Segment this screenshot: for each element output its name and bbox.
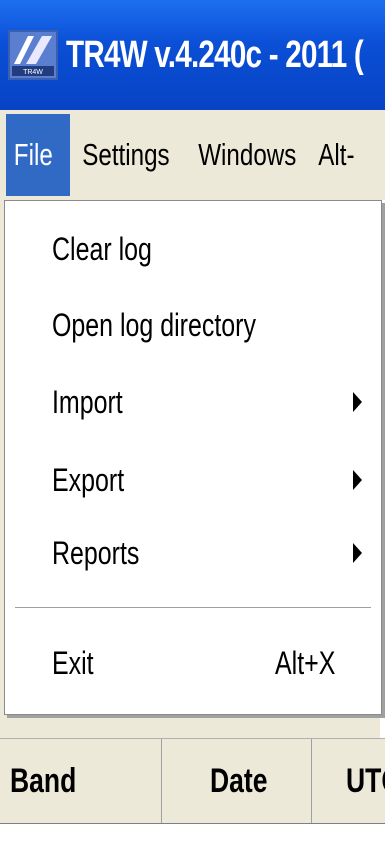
column-header-band[interactable]: Band	[0, 739, 162, 823]
column-header-date[interactable]: Date	[162, 739, 312, 823]
menu-windows[interactable]: Windows	[192, 114, 296, 196]
submenu-arrow-icon	[353, 543, 362, 563]
menu-alt[interactable]: Alt-	[312, 114, 354, 196]
menu-item-label: Reports	[52, 535, 140, 571]
file-menu-dropdown: Clear log Open log directory Import Expo…	[4, 200, 382, 715]
log-table-header: Band Date UTC	[0, 738, 385, 824]
menu-bar: File Settings Windows Alt-	[0, 110, 385, 200]
column-header-label: Band	[10, 762, 77, 800]
menu-item-import[interactable]: Import	[5, 372, 375, 432]
menu-item-clear-log[interactable]: Clear log	[5, 219, 375, 279]
menu-item-reports[interactable]: Reports	[5, 523, 375, 583]
menu-item-label: Import	[52, 384, 123, 420]
column-header-label: UTC	[346, 762, 385, 800]
submenu-arrow-icon	[353, 470, 362, 490]
menu-item-label: Export	[52, 462, 125, 498]
app-window: TR4W TR4W v.4.240c - 2011 ( File Setting…	[0, 0, 385, 849]
menu-item-export[interactable]: Export	[5, 450, 375, 510]
log-table-body[interactable]	[0, 824, 385, 849]
menu-item-label: Exit	[52, 645, 94, 681]
menu-item-label: Open log directory	[52, 307, 256, 343]
menu-item-exit[interactable]: Exit Alt+X	[5, 633, 375, 693]
tr4w-app-icon: TR4W	[8, 30, 58, 80]
title-bar[interactable]: TR4W TR4W v.4.240c - 2011 (	[0, 0, 385, 110]
column-header-label: Date	[210, 762, 268, 800]
submenu-arrow-icon	[353, 392, 362, 412]
menu-item-shortcut: Alt+X	[275, 645, 336, 681]
window-title: TR4W v.4.240c - 2011 (	[66, 34, 364, 76]
menu-item-open-log-directory[interactable]: Open log directory	[5, 295, 375, 355]
svg-text:TR4W: TR4W	[23, 69, 43, 76]
menu-settings[interactable]: Settings	[76, 114, 169, 196]
menu-file[interactable]: File	[6, 114, 70, 196]
menu-item-label: Clear log	[52, 231, 152, 267]
menu-file-label: File	[13, 137, 53, 172]
column-header-utc[interactable]: UTC	[312, 739, 385, 823]
menu-separator	[15, 607, 371, 609]
